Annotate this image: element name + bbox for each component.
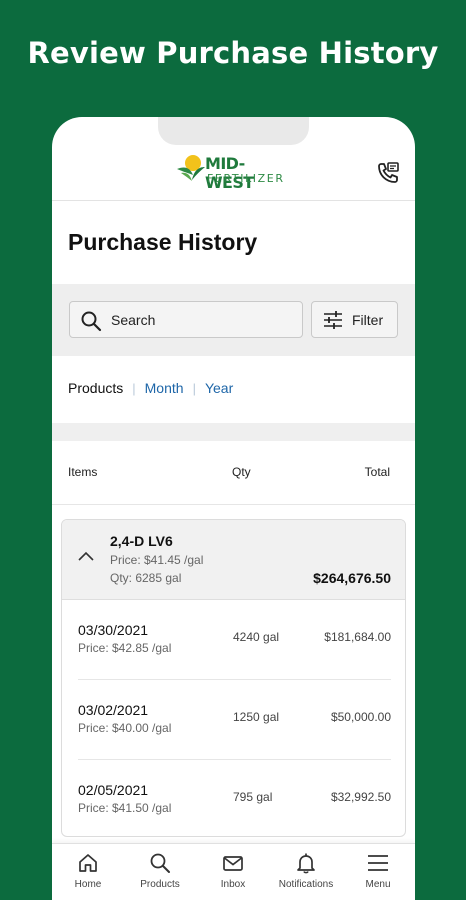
menu-icon: [368, 855, 388, 871]
purchase-row[interactable]: 02/05/2021 Price: $41.50 /gal 795 gal $3…: [78, 760, 391, 836]
product-name: 2,4-D LV6: [110, 533, 173, 549]
nav-products[interactable]: Products: [124, 852, 196, 890]
filter-label: Filter: [352, 312, 384, 328]
product-price: Price: $41.45 /gal: [110, 553, 204, 567]
purchase-date: 02/05/2021: [78, 782, 149, 798]
tab-divider: |: [132, 381, 136, 396]
purchase-price: Price: $42.85 /gal: [78, 641, 172, 655]
logo-text-bottom: FERTILIZER: [207, 172, 285, 185]
nav-inbox[interactable]: Inbox: [197, 852, 269, 890]
phone-contact-icon[interactable]: [375, 160, 401, 186]
filter-button[interactable]: Filter: [311, 301, 398, 338]
nav-home[interactable]: Home: [52, 852, 124, 890]
section-divider: [52, 423, 415, 441]
search-bar: Search Filter: [52, 284, 415, 356]
view-tabs: Products | Month | Year: [68, 380, 233, 396]
product-qty: Qty: 6285 gal: [110, 571, 182, 585]
tab-year[interactable]: Year: [205, 380, 233, 396]
purchase-qty: 795 gal: [233, 790, 273, 804]
table-header: Items Qty Total: [52, 441, 415, 505]
bell-icon: [297, 853, 315, 874]
purchase-price: Price: $40.00 /gal: [78, 721, 172, 735]
purchase-total: $50,000.00: [330, 710, 391, 724]
search-placeholder: Search: [111, 312, 156, 328]
purchase-row[interactable]: 03/30/2021 Price: $42.85 /gal 4240 gal $…: [78, 600, 391, 680]
search-icon: [81, 311, 102, 332]
chevron-up-icon[interactable]: [78, 551, 94, 561]
home-icon: [79, 854, 97, 872]
purchase-qty: 1250 gal: [233, 710, 280, 724]
purchase-total: $181,684.00: [324, 630, 391, 644]
purchase-price: Price: $41.50 /gal: [78, 801, 172, 815]
tab-month[interactable]: Month: [145, 380, 184, 396]
column-header-total: Total: [364, 465, 390, 479]
search-input[interactable]: Search: [69, 301, 303, 338]
nav-products-label: Products: [140, 879, 180, 890]
filter-sliders-icon: [324, 311, 342, 329]
column-header-items: Items: [68, 465, 98, 479]
purchase-total: $32,992.50: [330, 790, 391, 804]
promo-title: Review Purchase History: [27, 36, 439, 70]
purchase-qty: 4240 gal: [233, 630, 280, 644]
mail-icon: [223, 856, 243, 871]
purchase-row[interactable]: 03/02/2021 Price: $40.00 /gal 1250 gal $…: [78, 680, 391, 760]
purchase-date: 03/02/2021: [78, 702, 149, 718]
phone-notch: [158, 117, 309, 145]
nav-home-label: Home: [74, 879, 102, 890]
nav-notifications-label: Notifications: [278, 879, 334, 890]
bottom-nav: Home Products Inbox Notifications Menu: [52, 843, 415, 900]
nav-notifications[interactable]: Notifications: [270, 852, 342, 890]
nav-inbox-label: Inbox: [220, 879, 246, 890]
tab-products[interactable]: Products: [68, 380, 123, 396]
phone-frame: MID-WEST FERTILIZER Purchase History Sea…: [52, 117, 415, 900]
product-total: $264,676.50: [313, 570, 391, 586]
product-card: 2,4-D LV6 Price: $41.45 /gal Qty: 6285 g…: [61, 519, 406, 837]
page-title: Purchase History: [68, 229, 258, 255]
nav-menu-label: Menu: [365, 879, 391, 890]
tab-divider: |: [192, 381, 196, 396]
nav-menu[interactable]: Menu: [342, 852, 414, 890]
column-header-qty: Qty: [232, 465, 251, 479]
purchase-date: 03/30/2021: [78, 622, 149, 638]
app-header: MID-WEST FERTILIZER: [52, 145, 415, 201]
search-icon: [150, 853, 170, 873]
brand-logo[interactable]: MID-WEST FERTILIZER: [176, 153, 292, 192]
product-summary-row[interactable]: 2,4-D LV6 Price: $41.45 /gal Qty: 6285 g…: [62, 520, 405, 600]
logo-sun-leaf-icon: [177, 155, 205, 181]
